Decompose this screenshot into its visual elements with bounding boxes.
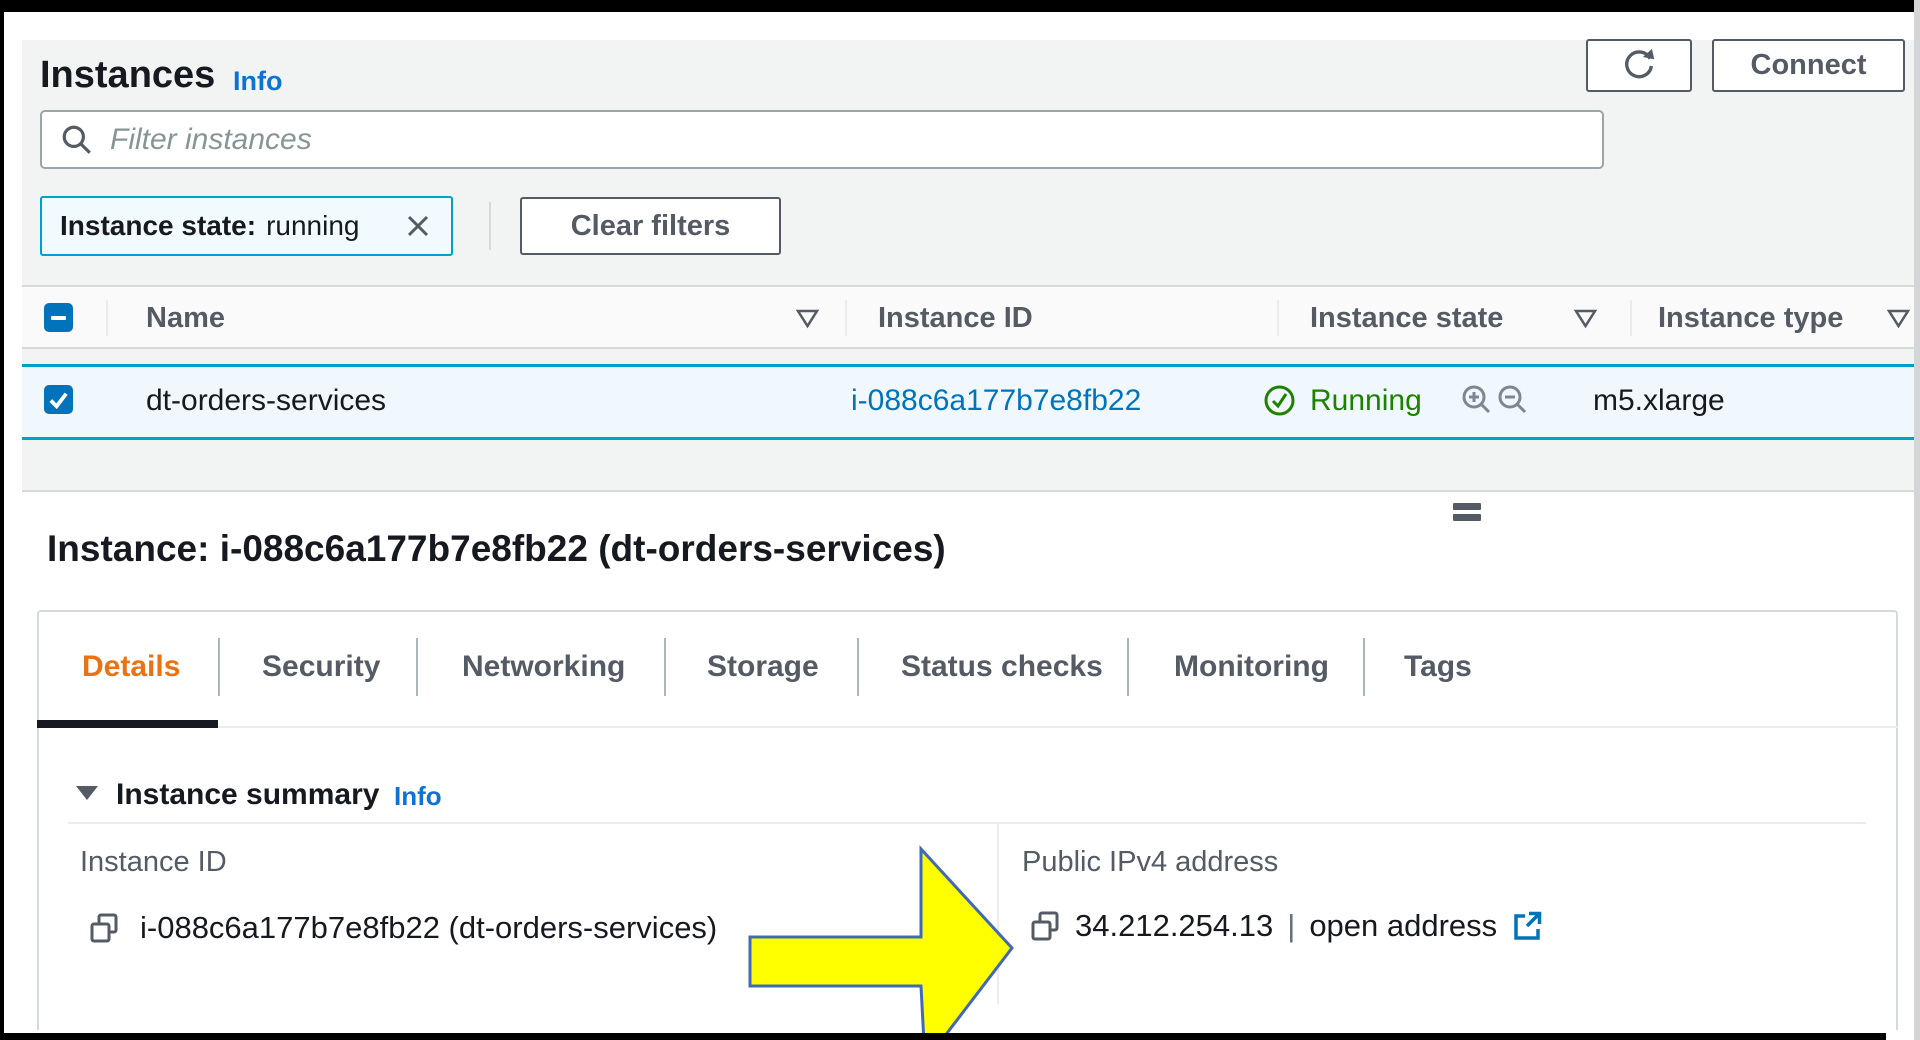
annotation-arrow (0, 0, 1920, 1040)
screenshot-root: Instances Info Connect Instance state: r… (0, 0, 1920, 1040)
frame-left (0, 0, 4, 1040)
frame-bottom (0, 1033, 1886, 1040)
frame-top (0, 0, 1920, 12)
frame-right (1914, 0, 1920, 1040)
